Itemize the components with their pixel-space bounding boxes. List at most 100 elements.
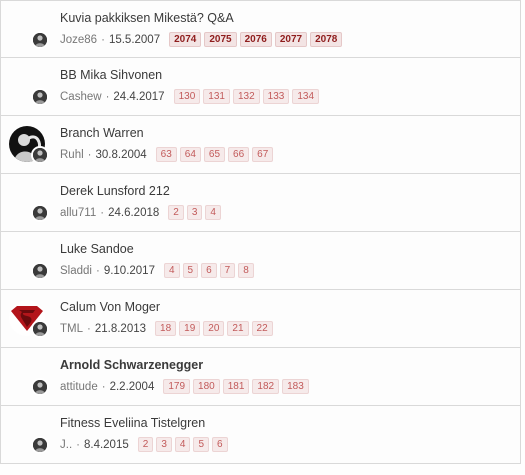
- page-link[interactable]: 179: [163, 379, 191, 394]
- thread-start-date[interactable]: 24.4.2017: [113, 91, 164, 103]
- page-link[interactable]: 2075: [204, 32, 237, 47]
- meta-separator: ·: [87, 322, 91, 335]
- avatar[interactable]: [5, 236, 49, 284]
- page-link[interactable]: 133: [262, 89, 290, 104]
- thread-meta: Sladdi · 9.10.2017 4 5 6 7 8: [60, 263, 257, 278]
- thread-author-link[interactable]: attitude: [60, 381, 98, 393]
- page-link[interactable]: 4: [174, 437, 191, 452]
- page-link[interactable]: 2077: [274, 32, 308, 47]
- avatar[interactable]: [5, 5, 49, 53]
- page-link[interactable]: 8: [238, 263, 254, 278]
- page-jump-links: 130 131 132 133 134: [173, 89, 322, 104]
- thread-row[interactable]: Luke Sandoe Sladdi · 9.10.2017 4 5 6 7 8: [0, 232, 521, 290]
- page-link[interactable]: 5: [182, 263, 199, 278]
- thread-meta: Cashew · 24.4.2017 130 131 132 133 134: [60, 89, 322, 104]
- thread-author-link[interactable]: J..: [60, 439, 72, 451]
- page-link[interactable]: 182: [252, 379, 280, 394]
- page-link[interactable]: 2076: [239, 32, 272, 47]
- page-link[interactable]: 63: [155, 147, 177, 162]
- page-link[interactable]: 5: [193, 437, 209, 452]
- page-link[interactable]: 20: [203, 321, 225, 336]
- thread-title-link[interactable]: Calum Von Moger: [60, 300, 160, 314]
- thread-row[interactable]: Fitness Eveliina Tistelgren J.. · 8.4.2015 2…: [0, 406, 521, 464]
- thread-author-link[interactable]: Sladdi: [60, 265, 92, 277]
- thread-author-link[interactable]: allu711: [60, 207, 96, 219]
- page-jump-links: 179 180 181 182 183: [163, 379, 311, 394]
- avatar[interactable]: [5, 410, 49, 458]
- page-link[interactable]: 3: [186, 205, 203, 220]
- last-poster-avatar-icon[interactable]: [31, 31, 49, 49]
- page-link[interactable]: 131: [203, 89, 230, 104]
- page-link[interactable]: 21: [227, 321, 249, 336]
- thread-row[interactable]: Derek Lunsford 212 allu711 · 24.6.2018 2 3 4: [0, 174, 521, 232]
- thread-author-link[interactable]: TML: [60, 323, 83, 335]
- meta-separator: ·: [100, 206, 105, 219]
- page-link[interactable]: 19: [179, 321, 201, 336]
- meta-separator: ·: [95, 264, 100, 277]
- avatar[interactable]: [5, 62, 49, 110]
- thread-start-date[interactable]: 21.8.2013: [95, 323, 146, 335]
- thread-title-link[interactable]: Branch Warren: [60, 126, 144, 140]
- page-link[interactable]: 4: [205, 205, 221, 220]
- page-link[interactable]: 3: [156, 437, 172, 452]
- page-link[interactable]: 65: [203, 147, 226, 162]
- thread-author-link[interactable]: Joze86: [60, 34, 97, 46]
- thread-row[interactable]: Calum Von Moger TML · 21.8.2013 18 19 20 21 22: [0, 290, 521, 348]
- page-link[interactable]: 2074: [169, 32, 202, 47]
- page-link[interactable]: 66: [228, 147, 250, 162]
- thread-start-date[interactable]: 9.10.2017: [104, 265, 155, 277]
- page-link[interactable]: 6: [212, 437, 228, 452]
- thread-meta: attitude · 2.2.2004 179 180 181 182 183: [60, 379, 312, 394]
- avatar[interactable]: [5, 178, 49, 226]
- page-jump-links: 63 64 65 66 67: [155, 147, 277, 162]
- thread-start-date[interactable]: 30.8.2004: [96, 149, 147, 161]
- thread-title-link[interactable]: BB Mika Sihvonen: [60, 68, 162, 82]
- page-link[interactable]: 6: [201, 263, 217, 278]
- meta-separator: ·: [87, 148, 92, 161]
- page-link[interactable]: 7: [219, 263, 236, 278]
- meta-separator: ·: [101, 33, 105, 46]
- page-link[interactable]: 67: [252, 147, 274, 162]
- page-link[interactable]: 183: [282, 379, 309, 394]
- last-poster-avatar-icon[interactable]: [31, 146, 49, 164]
- last-poster-avatar-icon[interactable]: [31, 262, 49, 280]
- thread-row[interactable]: Arnold Schwarzenegger attitude · 2.2.2004 17…: [0, 348, 521, 406]
- avatar[interactable]: [5, 352, 49, 400]
- last-poster-avatar-icon[interactable]: [31, 88, 49, 106]
- last-poster-avatar-icon[interactable]: [31, 204, 49, 222]
- page-link[interactable]: 181: [222, 379, 250, 394]
- avatar[interactable]: [5, 120, 49, 168]
- thread-title-link[interactable]: Arnold Schwarzenegger: [60, 358, 203, 372]
- page-link[interactable]: 134: [292, 89, 320, 104]
- thread-start-date[interactable]: 2.2.2004: [110, 381, 155, 393]
- avatar[interactable]: [5, 294, 49, 342]
- page-link[interactable]: 4: [163, 263, 180, 278]
- meta-separator: ·: [76, 438, 80, 451]
- thread-list: Kuvia pakkiksen Mikestä? Q&A Joze86 · 15.5.…: [0, 0, 525, 464]
- page-link[interactable]: 180: [193, 379, 220, 394]
- page-link[interactable]: 130: [173, 89, 201, 104]
- page-link[interactable]: 64: [179, 147, 201, 162]
- thread-title-link[interactable]: Kuvia pakkiksen Mikestä? Q&A: [60, 11, 234, 25]
- thread-author-link[interactable]: Ruhl: [60, 149, 84, 161]
- thread-row[interactable]: BB Mika Sihvonen Cashew · 24.4.2017 130 131 13…: [0, 58, 521, 116]
- thread-title-link[interactable]: Fitness Eveliina Tistelgren: [60, 416, 205, 430]
- thread-start-date[interactable]: 8.4.2015: [84, 439, 129, 451]
- thread-row[interactable]: Kuvia pakkiksen Mikestä? Q&A Joze86 · 15.5.…: [0, 0, 521, 58]
- page-link[interactable]: 2: [168, 205, 184, 220]
- thread-row[interactable]: Branch Warren Ruhl · 30.8.2004 63 64 65 66 67: [0, 116, 521, 174]
- thread-title-link[interactable]: Luke Sandoe: [60, 242, 134, 256]
- thread-author-link[interactable]: Cashew: [60, 91, 102, 103]
- thread-title-link[interactable]: Derek Lunsford 212: [60, 184, 170, 198]
- thread-start-date[interactable]: 24.6.2018: [108, 207, 159, 219]
- page-link[interactable]: 2078: [310, 32, 343, 47]
- page-link[interactable]: 22: [251, 321, 273, 336]
- last-poster-avatar-icon[interactable]: [31, 320, 49, 338]
- last-poster-avatar-icon[interactable]: [31, 436, 49, 454]
- page-link[interactable]: 132: [232, 89, 260, 104]
- thread-meta: TML · 21.8.2013 18 19 20 21 22: [60, 321, 276, 336]
- thread-start-date[interactable]: 15.5.2007: [109, 34, 160, 46]
- page-link[interactable]: 18: [155, 321, 177, 336]
- last-poster-avatar-icon[interactable]: [31, 378, 49, 396]
- page-link[interactable]: 2: [137, 437, 154, 452]
